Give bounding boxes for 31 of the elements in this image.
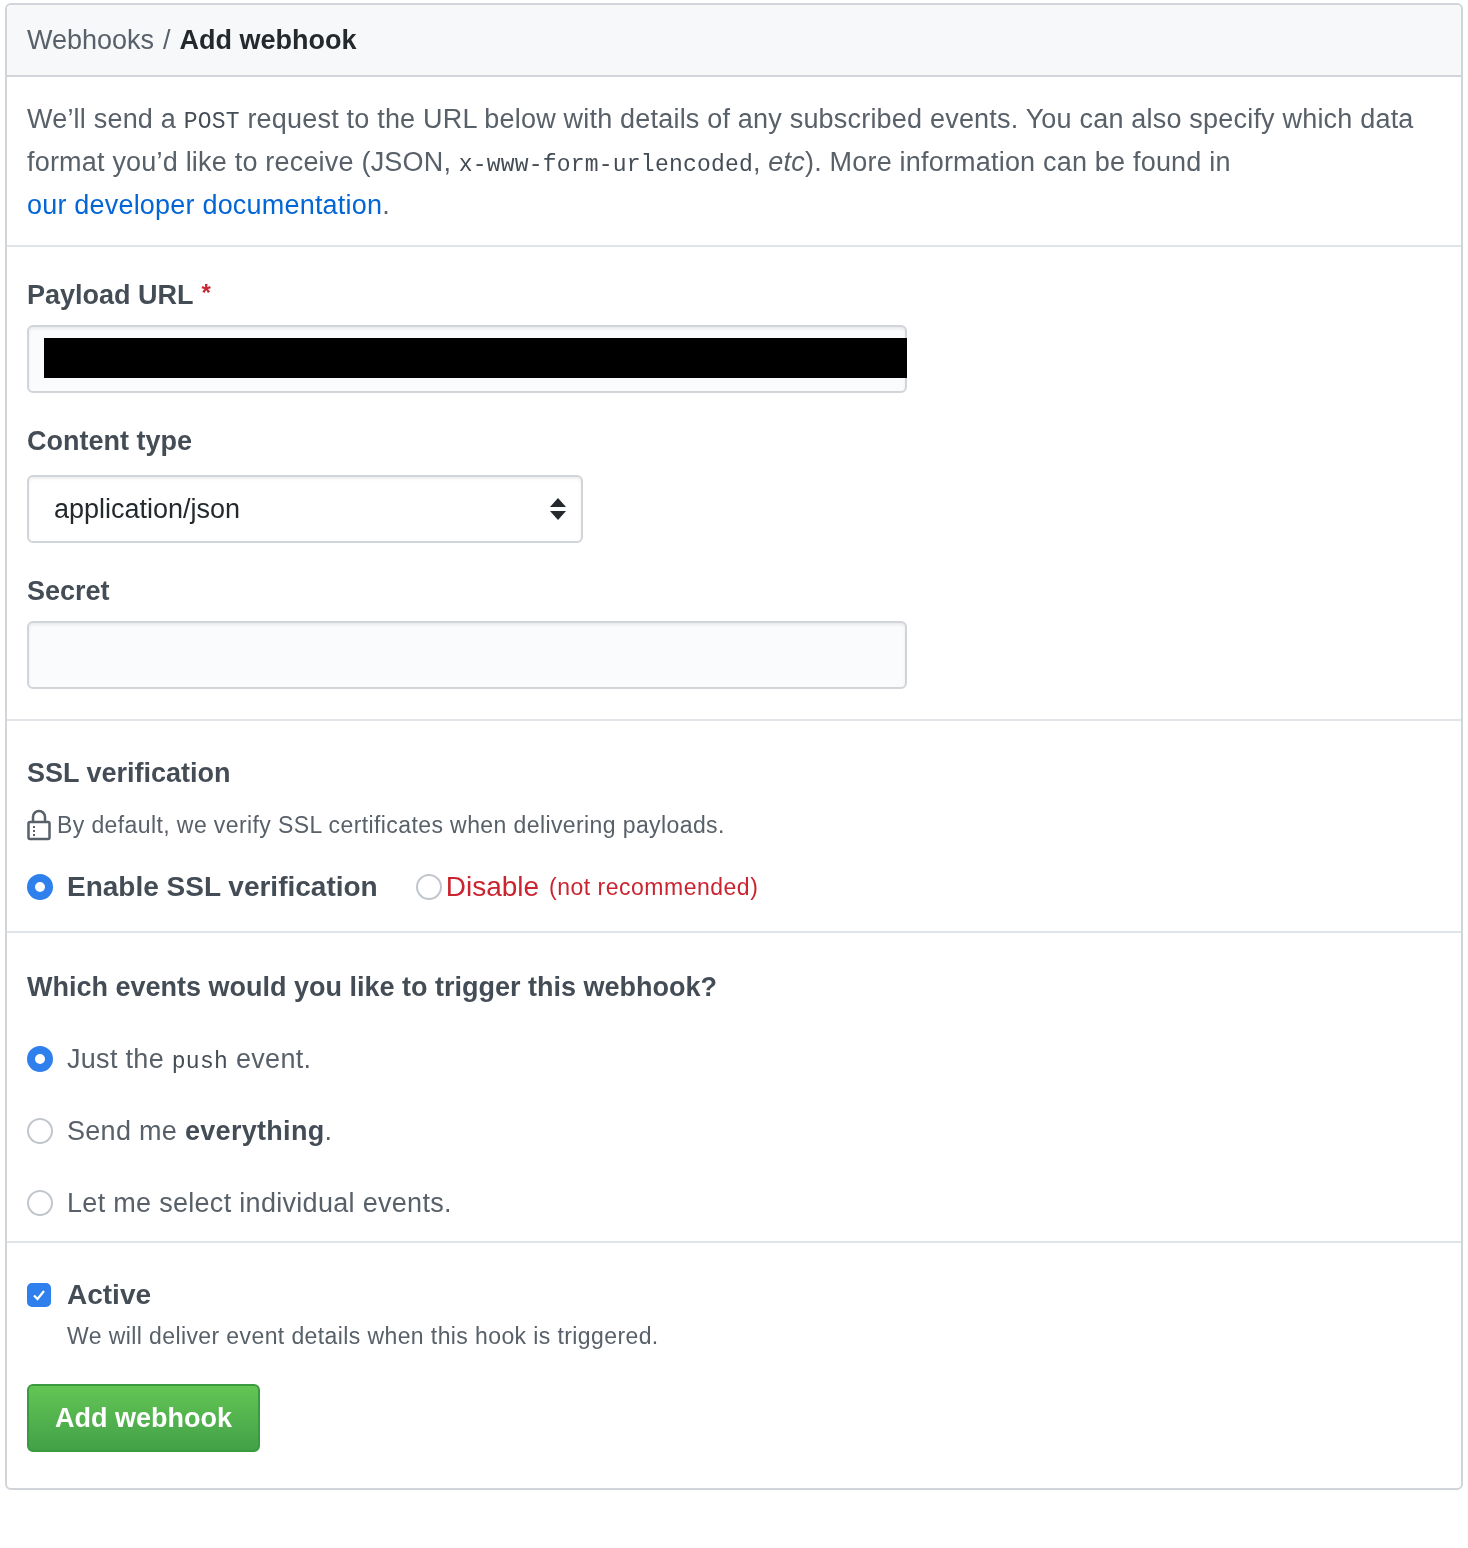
radio-button[interactable] — [27, 874, 53, 900]
radio-label: Disable — [445, 871, 540, 903]
checkbox-description: We will deliver event details when this hook is triggered. — [67, 1323, 660, 1350]
radio-hint: (not recommended) — [549, 873, 759, 901]
field-label: Payload URL — [27, 279, 194, 311]
content-type-select[interactable]: application/json — [27, 475, 583, 543]
ssl-note: By default, we verify SSL certificates when delivering payloads. — [57, 811, 725, 839]
intro-text: We’ll send a POST request to the URL below with details of any subscribed events. You can also specify which data format you’d like to receive (JSON, x-www-form-urlencoded, etc). More information can be found in our developer documentation. — [27, 103, 1415, 222]
section-title: Which events would you like to trigger this webhook? — [27, 971, 719, 1003]
caret-icon — [550, 498, 566, 520]
checkbox[interactable] — [27, 1283, 51, 1307]
field-label: Content type — [27, 425, 193, 457]
required-mark: * — [201, 279, 211, 308]
page-title: Add webhook — [179, 24, 357, 56]
radio-label: Let me select individual events. — [67, 1187, 452, 1219]
breadcrumb-link[interactable]: Webhooks — [27, 24, 155, 56]
secret-field[interactable] — [27, 621, 907, 689]
checkbox-label: Active — [67, 1279, 152, 1311]
radio-label: Enable SSL verification — [67, 871, 378, 903]
radio-label: Send me everything. — [67, 1115, 333, 1147]
radio-button[interactable] — [415, 874, 442, 900]
breadcrumb-separator: / — [163, 24, 171, 56]
payload-url-field[interactable] — [27, 325, 907, 393]
radio-button[interactable] — [27, 1118, 53, 1144]
radio-label: Just the push event. — [67, 1043, 312, 1075]
radio-button[interactable] — [27, 1046, 53, 1072]
lock-icon — [27, 809, 51, 841]
section-title: SSL verification — [27, 757, 232, 789]
field-label: Secret — [27, 575, 111, 607]
documentation-link[interactable]: our developer documentation — [27, 190, 383, 220]
radio-button[interactable] — [27, 1190, 53, 1216]
